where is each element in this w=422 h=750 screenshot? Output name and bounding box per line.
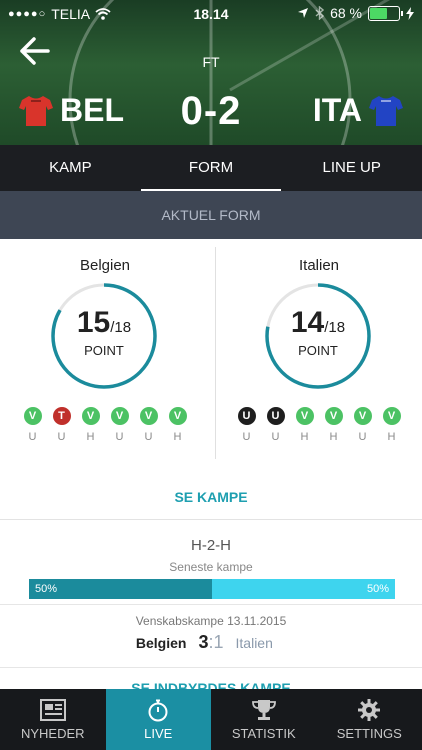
result-badge: T — [52, 407, 71, 425]
tab-kamp[interactable]: KAMP — [0, 145, 141, 191]
last-match-meta: Venskabskampe 13.11.2015 — [135, 614, 287, 628]
result-badge: V — [295, 407, 314, 425]
result-badge: V — [81, 407, 100, 425]
form-result: TU — [52, 407, 71, 443]
nav-item-nyheder[interactable]: NYHEDER — [0, 689, 106, 750]
form-result: VH — [81, 407, 100, 443]
away-results: UUUUVHVHVUVH — [214, 407, 422, 443]
result-venue: U — [57, 431, 66, 443]
result-badge: V — [382, 407, 401, 425]
section-title: AKTUEL FORM — [0, 191, 422, 239]
home-points-max: /18 — [110, 319, 132, 336]
result-venue: U — [144, 431, 153, 443]
away-form: Italien 14/18 POINT UUUUVHVHVUVH — [214, 239, 422, 467]
battery-fill — [370, 7, 387, 19]
home-points-label: POINT — [84, 343, 124, 358]
result-venue: H — [173, 431, 182, 443]
result-venue: U — [115, 431, 124, 443]
trophy-icon — [251, 700, 276, 720]
last-match-home: Belgien — [135, 635, 187, 651]
away-points: 14 — [290, 306, 325, 339]
result-venue: H — [300, 431, 309, 443]
stopwatch-icon — [148, 699, 168, 722]
gear-icon — [358, 699, 381, 721]
h2h-subtitle: Seneste kampe — [169, 560, 253, 574]
last-match-home-goals: 3 — [198, 632, 209, 652]
status-bar: ●●●●○ TELIA 18.14 68 % — [0, 0, 422, 28]
tab-form[interactable]: FORM — [140, 145, 282, 191]
home-form: Belgien 15/18 POINT VUTUVHVUVUVH — [0, 239, 210, 467]
form-result: VU — [139, 407, 158, 443]
result-venue: H — [387, 431, 396, 443]
match-header: ●●●●○ TELIA 18.14 68 % FT BEL 0-2 ITA — [0, 0, 422, 145]
last-match-away: Italien — [235, 635, 273, 651]
result-badge: V — [353, 407, 372, 425]
form-result: VU — [23, 407, 42, 443]
form-panel: Belgien 15/18 POINT VUTUVHVUVUVH Italien… — [0, 239, 422, 467]
result-badge: V — [110, 407, 129, 425]
nav-label: LIVE — [144, 726, 173, 741]
h2h-bar: 50% 50% — [29, 579, 395, 599]
match-tabs: KAMP FORM LINE UP — [0, 145, 422, 191]
nav-label: NYHEDER — [20, 726, 85, 741]
result-venue: H — [86, 431, 95, 443]
battery-icon — [368, 5, 403, 21]
charging-bolt-icon — [406, 6, 414, 20]
away-points-value: 14/18 POINT — [264, 282, 372, 390]
home-points-value: 15/18 POINT — [50, 282, 158, 390]
result-venue: U — [242, 431, 251, 443]
result-badge: U — [266, 407, 285, 425]
form-result: VH — [295, 407, 314, 443]
away-points-max: /18 — [324, 319, 346, 336]
away-country: Italien — [298, 257, 340, 274]
away-points-label: POINT — [298, 343, 338, 358]
battery-percent: 68 % — [330, 5, 362, 21]
home-points: 15 — [76, 306, 111, 339]
away-team[interactable]: ITA — [313, 92, 404, 129]
form-result: VU — [110, 407, 129, 443]
see-head-to-head-link[interactable]: SE INDBYRDES KAMPE — [0, 680, 422, 689]
bluetooth-icon — [315, 6, 325, 20]
nav-label: SETTINGS — [336, 726, 402, 741]
result-venue: H — [329, 431, 338, 443]
form-result: UU — [266, 407, 285, 443]
result-badge: V — [139, 407, 158, 425]
tab-line-up[interactable]: LINE UP — [281, 145, 422, 191]
h2h-title: H-2-H — [191, 537, 231, 554]
see-matches-link[interactable]: SE KAMPE — [0, 468, 422, 520]
away-jersey-icon — [369, 95, 403, 126]
h2h-away-share: 50% — [212, 579, 395, 599]
home-results: VUTUVHVUVUVH — [0, 407, 210, 443]
home-country: Belgien — [79, 257, 131, 274]
nav-item-statistik[interactable]: STATISTIK — [211, 689, 317, 750]
form-result: VH — [168, 407, 187, 443]
result-venue: U — [28, 431, 37, 443]
divider — [0, 604, 422, 605]
nav-label: STATISTIK — [231, 726, 296, 741]
location-arrow-icon — [298, 8, 309, 18]
form-result: VH — [382, 407, 401, 443]
away-team-code: ITA — [312, 92, 362, 128]
h2h-home-share: 50% — [29, 579, 212, 599]
result-badge: V — [324, 407, 343, 425]
result-venue: U — [271, 431, 280, 443]
last-match-away-goals: 1 — [213, 632, 224, 652]
form-result: UU — [237, 407, 256, 443]
form-result: VH — [324, 407, 343, 443]
last-match-row[interactable]: Belgien 3:1 Italien — [0, 632, 422, 653]
last-match-score: 3:1 — [198, 632, 223, 653]
nav-item-live[interactable]: LIVE — [105, 689, 211, 750]
nav-item-settings[interactable]: SETTINGS — [317, 689, 422, 750]
result-badge: V — [168, 407, 187, 425]
bottom-nav: NYHEDER LIVE STATISTIK SETTINGS — [0, 689, 422, 750]
result-badge: V — [23, 407, 42, 425]
result-badge: U — [237, 407, 256, 425]
result-venue: U — [358, 431, 367, 443]
newspaper-icon — [39, 699, 66, 721]
divider — [0, 667, 422, 668]
form-result: VU — [353, 407, 372, 443]
match-status: FT — [202, 54, 220, 70]
